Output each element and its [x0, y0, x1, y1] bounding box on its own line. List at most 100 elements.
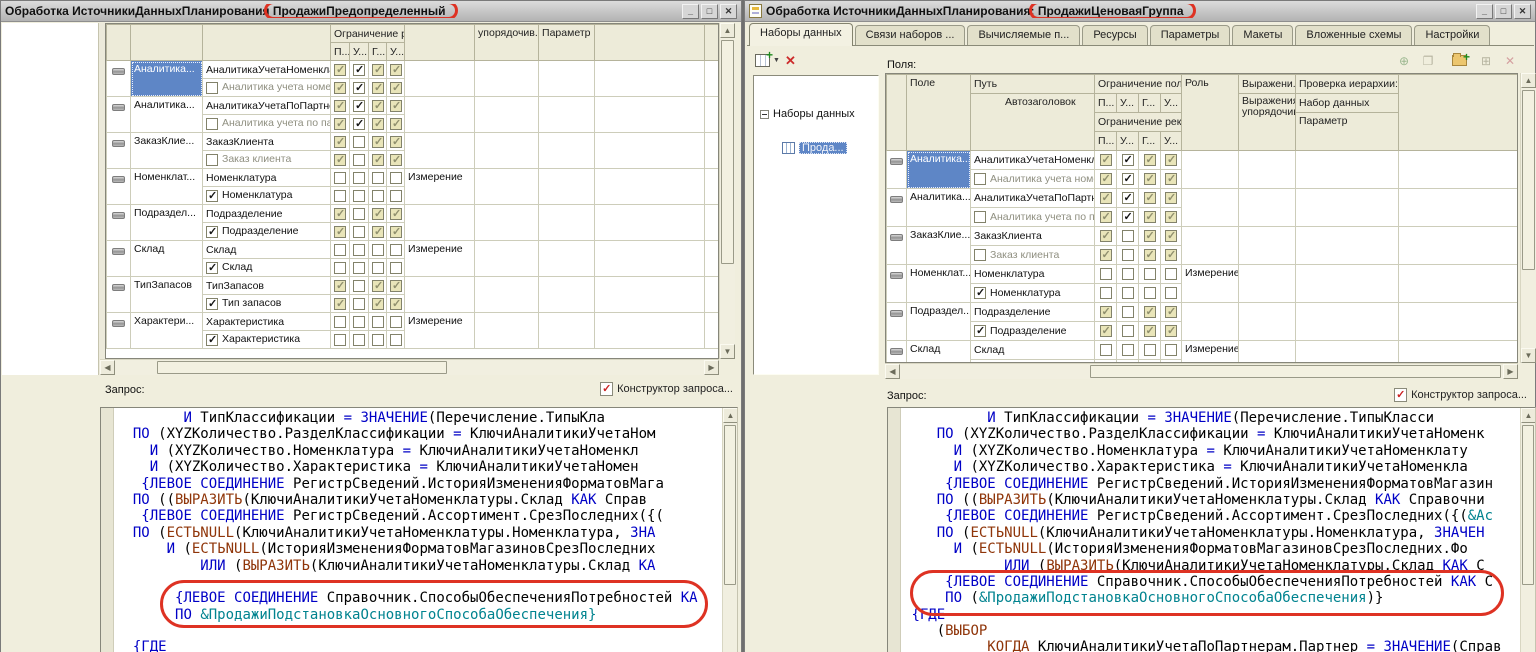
field-role-cell[interactable]	[405, 277, 475, 313]
delete-field-button[interactable]: ✕	[1499, 53, 1521, 69]
tree-node-dataset-sales[interactable]: Прода...	[782, 142, 847, 154]
column-header-u2[interactable]: У...	[1161, 94, 1182, 113]
checkbox[interactable]	[1144, 306, 1156, 318]
checkbox[interactable]	[353, 298, 365, 310]
checkbox[interactable]	[1122, 268, 1134, 280]
field-path-cell[interactable]: АналитикаУчетаНоменкла...	[203, 61, 331, 79]
field-role-cell[interactable]	[405, 205, 475, 241]
checkbox[interactable]	[1165, 211, 1177, 223]
checkbox[interactable]	[353, 64, 365, 76]
field-role-cell[interactable]: Измерение	[405, 241, 475, 277]
column-header-hierarchy-check[interactable]: Проверка иерархии:	[1296, 75, 1399, 94]
checkbox[interactable]	[372, 172, 384, 184]
checkbox[interactable]	[353, 208, 365, 220]
checkbox[interactable]	[372, 316, 384, 328]
left-query-scrollbar[interactable]: ▲	[722, 408, 737, 652]
column-header-p2[interactable]: П...	[1095, 132, 1117, 151]
tab-параметры[interactable]: Параметры	[1150, 25, 1231, 45]
field-role-cell[interactable]	[1182, 151, 1239, 189]
checkbox[interactable]	[353, 136, 365, 148]
right-table-horizontal-scrollbar[interactable]: ◀ ▶	[885, 363, 1518, 379]
copy-field-button[interactable]: ❐	[1417, 53, 1439, 69]
query-builder-link[interactable]: Конструктор запроса...	[600, 382, 733, 396]
scroll-down-icon[interactable]: ▼	[1521, 348, 1536, 363]
right-window-titlebar[interactable]: Обработка ИсточникиДанныхПланирования: П…	[745, 1, 1535, 22]
checkbox[interactable]	[390, 334, 402, 346]
checkbox[interactable]	[1165, 173, 1177, 185]
add-folder-button[interactable]	[1452, 55, 1467, 66]
scrollbar-thumb[interactable]	[1090, 365, 1501, 378]
scroll-right-icon[interactable]: ▶	[1503, 364, 1518, 379]
scroll-right-icon[interactable]: ▶	[704, 360, 719, 375]
checkbox[interactable]	[390, 118, 402, 130]
checkbox[interactable]	[390, 100, 402, 112]
checkbox[interactable]	[372, 334, 384, 346]
field-path-cell[interactable]: Подразделение	[203, 205, 331, 223]
autotitle-cell[interactable]: Аналитика учета по па...	[971, 208, 1095, 227]
checkbox[interactable]	[334, 100, 346, 112]
field-row[interactable]: Номенклат...НоменклатураИзмерение	[107, 169, 720, 187]
scroll-up-icon[interactable]: ▲	[720, 23, 735, 38]
field-path-cell[interactable]: ЗаказКлиента	[971, 227, 1095, 246]
checkbox[interactable]	[390, 136, 402, 148]
column-header-p[interactable]: П...	[331, 43, 350, 61]
checkbox[interactable]	[1144, 249, 1156, 261]
close-button[interactable]: ✕	[1514, 4, 1531, 19]
add-field-button[interactable]: ⊕	[1393, 53, 1415, 69]
field-name-cell[interactable]: Аналитика...	[131, 97, 203, 133]
column-header-parameter[interactable]: Параметр	[1296, 113, 1399, 151]
maximize-button[interactable]: □	[701, 4, 718, 19]
checkbox[interactable]	[1165, 154, 1177, 166]
column-header-order-expressions[interactable]: Выражения упорядочив...	[1239, 94, 1296, 151]
left-query-editor[interactable]: И ТипКлассификации = ЗНАЧЕНИЕ(Перечислен…	[100, 407, 738, 652]
field-name-cell[interactable]: Аналитика...	[907, 151, 971, 189]
field-path-cell[interactable]: Подразделение	[971, 303, 1095, 322]
checkbox[interactable]	[372, 118, 384, 130]
checkbox[interactable]	[206, 82, 218, 94]
column-header-u1[interactable]: У...	[350, 43, 369, 61]
tab-настройки[interactable]: Настройки	[1414, 25, 1490, 45]
field-name-cell[interactable]: Номенклат...	[131, 169, 203, 205]
checkbox[interactable]	[1122, 211, 1134, 223]
field-name-cell[interactable]: ТипЗапасов	[131, 277, 203, 313]
delete-dataset-button[interactable]: ✕	[785, 53, 796, 69]
checkbox[interactable]	[1165, 192, 1177, 204]
checkbox[interactable]	[334, 154, 346, 166]
checkbox[interactable]	[353, 118, 365, 130]
checkbox[interactable]	[353, 100, 365, 112]
autotitle-cell[interactable]: Заказ клиента	[203, 151, 331, 169]
checkbox[interactable]	[974, 325, 986, 337]
checkbox[interactable]	[390, 244, 402, 256]
maximize-button[interactable]: □	[1495, 4, 1512, 19]
checkbox[interactable]	[1100, 325, 1112, 337]
field-path-cell[interactable]: ЗаказКлиента	[203, 133, 331, 151]
checkbox[interactable]	[372, 154, 384, 166]
field-role-cell[interactable]	[405, 133, 475, 169]
right-query-scrollbar[interactable]: ▲	[1520, 408, 1535, 652]
field-row[interactable]: Характери...ХарактеристикаИзмерение	[107, 313, 720, 331]
field-row[interactable]: Аналитика...АналитикаУчетаНоменкла...	[887, 151, 1519, 170]
column-header-g2[interactable]: Г...	[1139, 132, 1161, 151]
checkbox[interactable]	[334, 208, 346, 220]
autotitle-cell[interactable]: Номенклатура	[971, 284, 1095, 303]
checkbox[interactable]	[1100, 173, 1112, 185]
checkbox[interactable]	[372, 100, 384, 112]
scroll-up-icon[interactable]: ▲	[1521, 408, 1536, 423]
query-builder-link[interactable]: Конструктор запроса...	[1394, 388, 1527, 402]
checkbox[interactable]	[1100, 287, 1112, 299]
checkbox[interactable]	[372, 82, 384, 94]
autotitle-cell[interactable]: Склад	[203, 259, 331, 277]
checkbox[interactable]	[1165, 249, 1177, 261]
checkbox[interactable]	[334, 316, 346, 328]
column-header-u2[interactable]: У...	[387, 43, 405, 61]
field-path-cell[interactable]: Склад	[203, 241, 331, 259]
field-row[interactable]: Номенклат...НоменклатураИзмерение	[887, 265, 1519, 284]
checkbox[interactable]	[334, 244, 346, 256]
checkbox[interactable]	[1144, 325, 1156, 337]
field-row[interactable]: СкладСкладИзмерение	[887, 341, 1519, 360]
checkbox[interactable]	[206, 226, 218, 238]
field-row[interactable]: ЗаказКлие...ЗаказКлиента	[887, 227, 1519, 246]
checkbox[interactable]	[372, 64, 384, 76]
field-name-cell[interactable]: Номенклат...	[907, 265, 971, 303]
tree-node-datasets-root[interactable]: Наборы данных	[760, 108, 855, 120]
